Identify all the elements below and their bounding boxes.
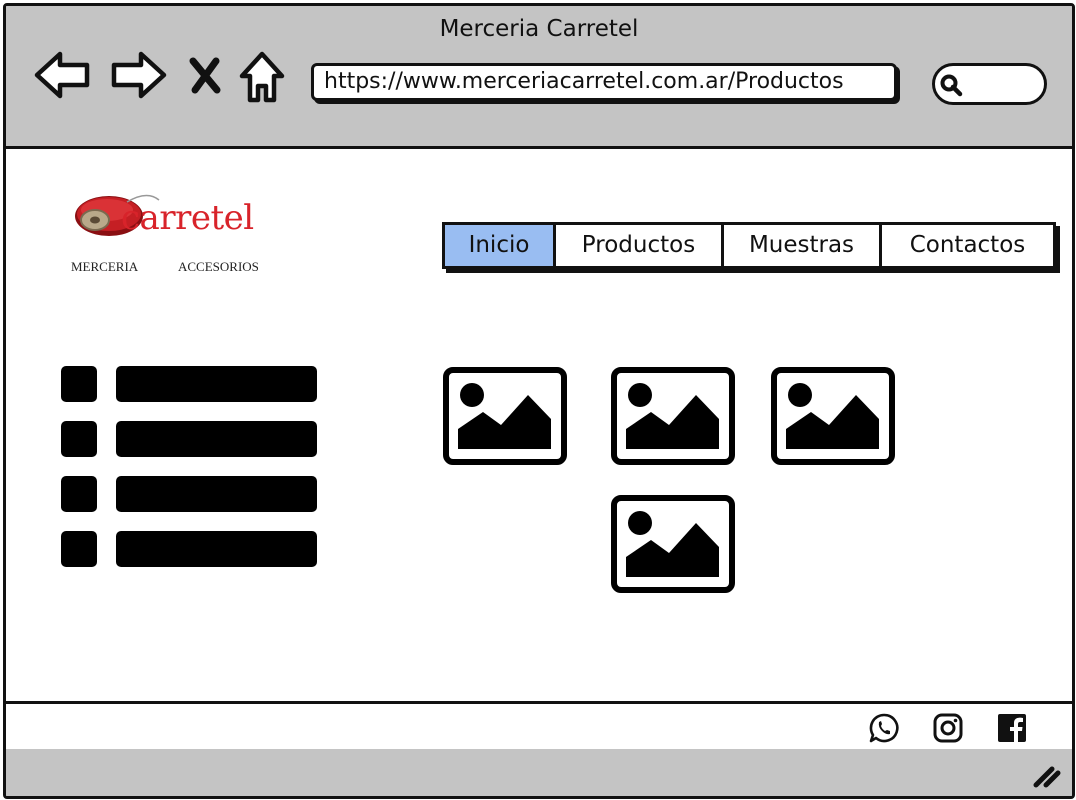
- list-item-text-placeholder: [116, 531, 317, 567]
- menu-item-inicio[interactable]: Inicio: [445, 225, 556, 266]
- logo[interactable]: carretel MERCERIA ACCESORIOS: [61, 176, 291, 286]
- resize-handle-icon[interactable]: [1032, 763, 1062, 789]
- list-item-text-placeholder: [116, 421, 317, 457]
- window-title: Merceria Carretel: [439, 16, 639, 42]
- facebook-icon[interactable]: [996, 712, 1028, 744]
- list-bullet: [61, 366, 97, 402]
- list-item-text-placeholder: [116, 366, 317, 402]
- logo-subtitle-left: MERCERIA: [71, 259, 139, 274]
- menu-item-contactos[interactable]: Contactos: [882, 225, 1053, 266]
- list-bullet: [61, 421, 97, 457]
- image-placeholder-icon[interactable]: [611, 367, 735, 465]
- image-placeholder-icon[interactable]: [611, 495, 735, 593]
- main-menu: Inicio Productos Muestras Contactos: [442, 222, 1056, 269]
- close-icon[interactable]: [187, 56, 223, 96]
- instagram-icon[interactable]: [932, 712, 964, 744]
- status-bar: [6, 749, 1072, 796]
- back-arrow-icon[interactable]: [33, 48, 93, 102]
- list-bullet: [61, 476, 97, 512]
- page-footer: [6, 701, 1072, 752]
- search-icon: [940, 74, 963, 97]
- image-placeholder-icon[interactable]: [771, 367, 895, 465]
- forward-arrow-icon[interactable]: [108, 48, 168, 102]
- browser-chrome: Merceria Carretel https://www.merceriaca…: [6, 6, 1072, 149]
- address-bar[interactable]: https://www.merceriacarretel.com.ar/Prod…: [311, 63, 897, 101]
- list-bullet: [61, 531, 97, 567]
- logo-wordmark: carretel: [121, 198, 254, 238]
- home-icon[interactable]: [238, 48, 286, 106]
- search-input[interactable]: [932, 63, 1047, 105]
- image-placeholder-icon[interactable]: [443, 367, 567, 465]
- logo-subtitle-right: ACCESORIOS: [178, 259, 259, 274]
- menu-item-muestras[interactable]: Muestras: [724, 225, 882, 266]
- browser-window: Merceria Carretel https://www.merceriaca…: [3, 3, 1075, 799]
- whatsapp-icon[interactable]: [868, 712, 900, 744]
- list-item-text-placeholder: [116, 476, 317, 512]
- menu-item-productos[interactable]: Productos: [556, 225, 724, 266]
